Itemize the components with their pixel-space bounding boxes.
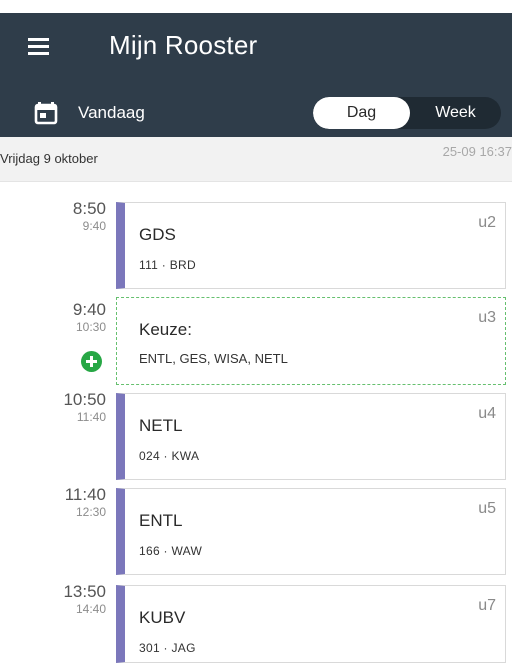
view-toggle: Dag Week (313, 97, 501, 129)
lesson-start-time: 13:50 (63, 582, 106, 601)
lesson-end-time: 11:40 (76, 410, 106, 424)
lesson-time: 8:50 9:40 (73, 200, 106, 234)
lesson-subject: Keuze: (139, 320, 192, 339)
schedule-screen: Mijn Rooster Vandaag Dag Week Vrijdag 9 … (0, 0, 512, 663)
lesson-card[interactable]: ENTL 166 · WAW u5 (116, 488, 506, 575)
lesson-location-teacher: 166 · WAW (139, 544, 203, 558)
lesson-start-time: 10:50 (63, 390, 106, 409)
lesson-subject: ENTL (139, 511, 183, 530)
lesson-time: 10:50 11:40 (63, 391, 106, 425)
lesson-hour: u5 (478, 500, 496, 517)
view-option-day[interactable]: Dag (313, 97, 410, 129)
last-updated: 25-09 16:37 (442, 144, 512, 159)
lesson-location-teacher: 024 · KWA (139, 449, 200, 463)
lesson-card[interactable]: GDS 111 · BRD u2 (116, 202, 506, 289)
lesson-start-time: 8:50 (72, 199, 106, 218)
app-title: Mijn Rooster (109, 30, 258, 60)
lesson-row: 11:40 12:30 ENTL 166 · WAW u5 (0, 468, 512, 575)
lesson-hour: u4 (478, 405, 496, 422)
lesson-end-time: 14:40 (75, 602, 106, 616)
lesson-hour: u3 (478, 309, 496, 326)
choice-lesson-card[interactable]: Keuze: ENTL, GES, WISA, NETL u3 (116, 297, 506, 385)
lesson-card[interactable]: KUBV 301 · JAG u7 (116, 585, 506, 663)
lesson-hour: u7 (478, 597, 496, 614)
lesson-time: 11:40 12:30 (65, 486, 106, 520)
lesson-subject: GDS (139, 225, 176, 244)
lesson-row: 8:50 9:40 GDS 111 · BRD u2 (0, 182, 512, 289)
lesson-card[interactable]: NETL 024 · KWA u4 (116, 393, 506, 480)
today-label: Vandaag (78, 103, 145, 122)
lesson-row: 10:50 11:40 NETL 024 · KWA u4 (0, 373, 512, 480)
lesson-time: 13:50 14:40 (63, 583, 106, 617)
plus-icon (86, 356, 97, 367)
menu-icon (28, 38, 49, 55)
choice-options: ENTL, GES, WISA, NETL (139, 351, 288, 366)
add-choice-button[interactable] (81, 351, 102, 372)
calendar-icon (34, 102, 58, 125)
lesson-subject: NETL (139, 416, 183, 435)
menu-button[interactable] (26, 32, 56, 62)
selected-date: Vrijdag 9 oktober (0, 151, 98, 166)
lesson-start-time: 9:40 (72, 300, 106, 319)
lesson-row: 9:40 10:30 Keuze: ENTL, GES, WISA, NETL … (0, 277, 512, 385)
lesson-end-time: 9:40 (82, 219, 106, 233)
lesson-subject: KUBV (139, 608, 186, 627)
lesson-end-time: 12:30 (75, 505, 106, 519)
today-button[interactable]: Vandaag (34, 96, 145, 130)
lesson-location-teacher: 301 · JAG (139, 641, 196, 655)
lesson-row: 13:50 14:40 KUBV 301 · JAG u7 (0, 565, 512, 663)
lesson-start-time: 11:40 (64, 485, 106, 504)
lesson-hour: u2 (478, 214, 496, 231)
date-bar: Vrijdag 9 oktober 25-09 16:37 (0, 137, 512, 182)
view-option-week[interactable]: Week (410, 97, 501, 129)
lesson-time: 9:40 10:30 (73, 301, 106, 335)
app-bar: Mijn Rooster Vandaag Dag Week (0, 13, 512, 137)
lesson-end-time: 10:30 (75, 320, 106, 334)
lesson-location-teacher: 111 · BRD (139, 258, 196, 272)
